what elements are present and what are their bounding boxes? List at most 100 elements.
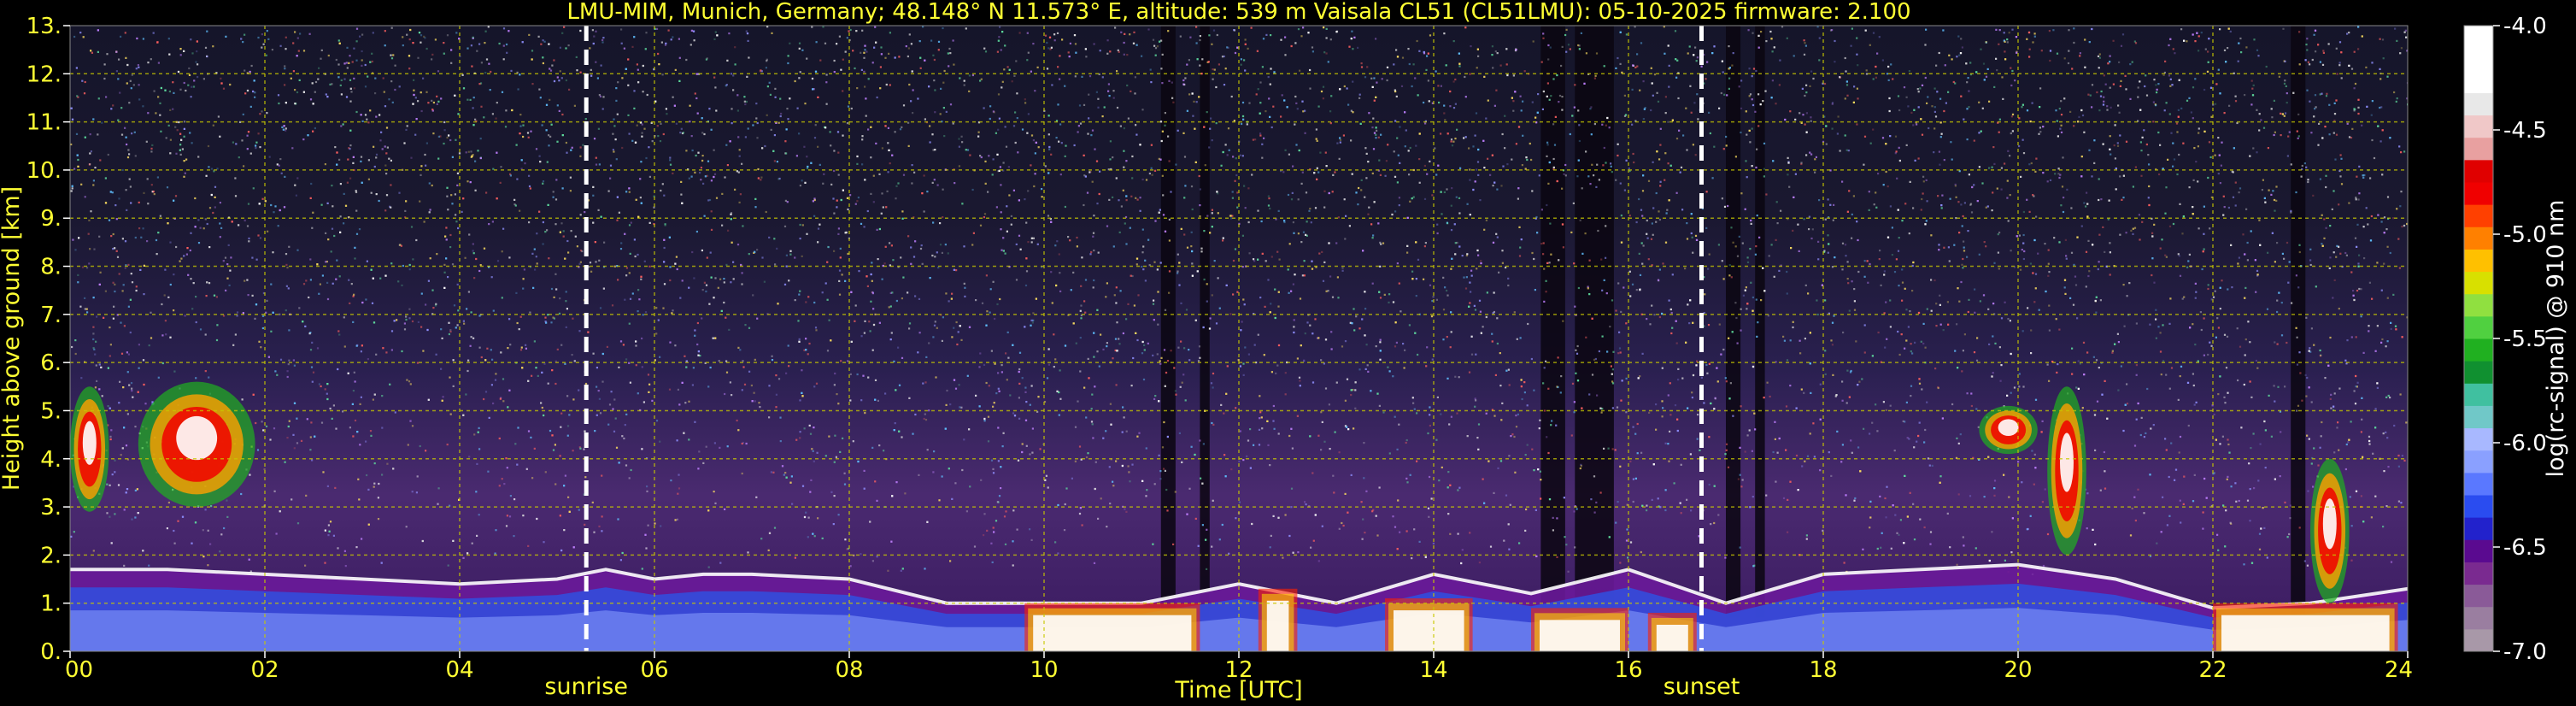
noise-pixel xyxy=(718,360,720,362)
noise-pixel xyxy=(2039,87,2042,90)
noise-pixel xyxy=(310,182,313,185)
noise-pixel xyxy=(1947,91,1950,93)
noise-pixel xyxy=(1558,101,1560,103)
noise-pixel xyxy=(288,359,290,362)
noise-pixel xyxy=(1182,374,1185,376)
noise-pixel xyxy=(1203,230,1206,232)
noise-pixel xyxy=(2397,465,2400,468)
noise-pixel xyxy=(487,26,490,28)
noise-pixel xyxy=(2165,374,2168,376)
noise-pixel xyxy=(1530,357,1533,361)
noise-pixel xyxy=(1626,528,1628,531)
noise-pixel xyxy=(1832,374,1834,376)
noise-pixel xyxy=(1364,368,1367,370)
noise-pixel xyxy=(1079,122,1083,125)
noise-pixel xyxy=(2165,102,2168,104)
noise-pixel xyxy=(1099,50,1101,52)
noise-pixel xyxy=(549,429,552,432)
noise-pixel xyxy=(114,471,116,474)
noise-pixel xyxy=(1547,44,1550,47)
noise-pixel xyxy=(2197,145,2199,148)
noise-pixel xyxy=(1667,121,1669,123)
noise-pixel xyxy=(837,151,840,154)
noise-pixel xyxy=(2336,427,2338,429)
noise-pixel xyxy=(939,222,942,225)
noise-pixel xyxy=(1696,56,1699,59)
noise-pixel xyxy=(1577,286,1580,290)
noise-pixel xyxy=(168,90,171,93)
noise-pixel xyxy=(302,50,306,52)
noise-pixel xyxy=(1076,236,1078,239)
noise-pixel xyxy=(930,39,933,42)
noise-pixel xyxy=(1372,509,1375,511)
noise-pixel xyxy=(1857,446,1860,449)
noise-pixel xyxy=(343,78,346,80)
noise-pixel xyxy=(889,84,891,86)
noise-pixel xyxy=(324,562,326,564)
noise-pixel xyxy=(2235,500,2238,503)
noise-pixel xyxy=(490,384,493,386)
noise-pixel xyxy=(1816,313,1819,316)
noise-pixel xyxy=(1472,145,1475,148)
noise-pixel xyxy=(272,251,274,254)
noise-pixel xyxy=(349,100,352,103)
noise-pixel xyxy=(416,362,420,364)
noise-pixel xyxy=(437,70,440,73)
noise-pixel xyxy=(1188,487,1191,490)
noise-pixel xyxy=(2344,251,2347,255)
noise-pixel xyxy=(1674,30,1677,32)
noise-pixel xyxy=(103,63,106,66)
noise-pixel xyxy=(830,183,833,185)
noise-pixel xyxy=(636,124,638,126)
noise-pixel xyxy=(478,269,481,273)
noise-pixel xyxy=(1080,317,1083,320)
noise-pixel xyxy=(2148,185,2151,188)
noise-pixel xyxy=(416,475,419,478)
noise-pixel xyxy=(293,447,296,450)
noise-pixel xyxy=(1689,453,1692,456)
noise-pixel xyxy=(579,261,582,263)
noise-pixel xyxy=(2034,273,2038,275)
noise-pixel xyxy=(1803,39,1805,42)
noise-pixel xyxy=(1600,258,1603,261)
noise-pixel xyxy=(1275,372,1277,374)
noise-pixel xyxy=(559,46,561,49)
noise-pixel xyxy=(2289,517,2291,520)
noise-pixel xyxy=(2179,499,2181,502)
noise-pixel xyxy=(431,53,434,56)
noise-pixel xyxy=(929,125,931,127)
noise-pixel xyxy=(1599,491,1602,494)
noise-pixel xyxy=(2284,60,2286,62)
noise-pixel xyxy=(230,256,232,259)
noise-pixel xyxy=(1819,383,1822,385)
noise-pixel xyxy=(2307,180,2309,184)
noise-pixel xyxy=(1133,304,1135,307)
noise-pixel xyxy=(549,98,551,101)
noise-pixel xyxy=(682,132,684,134)
noise-pixel xyxy=(956,343,959,346)
noise-pixel xyxy=(2164,212,2167,215)
noise-pixel xyxy=(654,522,656,525)
noise-pixel xyxy=(995,392,998,395)
noise-pixel xyxy=(1127,303,1130,305)
noise-pixel xyxy=(120,107,123,109)
noise-pixel xyxy=(1123,41,1125,44)
noise-pixel xyxy=(825,103,828,105)
noise-pixel xyxy=(1785,405,1788,408)
noise-pixel xyxy=(1055,137,1058,139)
noise-pixel xyxy=(2350,137,2353,139)
noise-pixel xyxy=(1125,510,1128,513)
noise-pixel xyxy=(2329,256,2332,259)
noise-pixel xyxy=(2168,387,2171,390)
noise-pixel xyxy=(2087,274,2090,278)
noise-pixel xyxy=(2313,447,2315,450)
noise-pixel xyxy=(129,331,132,334)
noise-pixel xyxy=(662,307,665,309)
noise-pixel xyxy=(1856,87,1858,90)
noise-pixel xyxy=(2305,166,2308,168)
noise-pixel xyxy=(629,297,632,300)
noise-pixel xyxy=(2000,188,2003,191)
noise-pixel xyxy=(1284,514,1287,516)
noise-pixel xyxy=(1446,289,1448,292)
noise-pixel xyxy=(408,380,411,383)
